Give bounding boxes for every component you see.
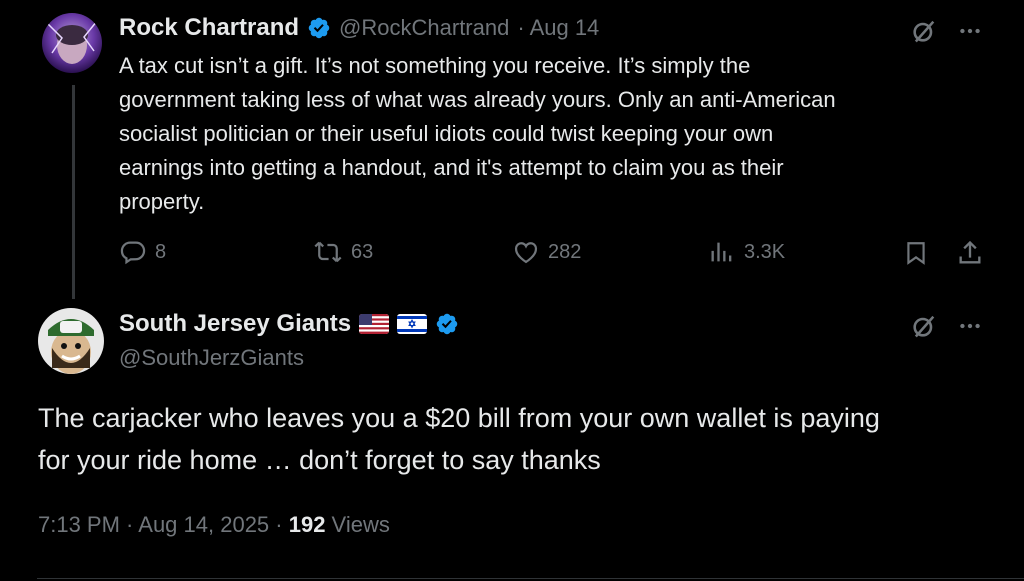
timestamp[interactable]: 7:13 PM · Aug 14, 2025 · bbox=[38, 512, 289, 537]
more-icon[interactable] bbox=[955, 311, 985, 341]
tweet2-header: South Jersey Giants bbox=[119, 310, 459, 338]
text-line: A tax cut isn’t a gift. It’s not somethi… bbox=[119, 53, 751, 78]
repost-icon bbox=[314, 241, 342, 263]
avatar-rock-chartrand[interactable] bbox=[42, 13, 102, 73]
tweet-date[interactable]: · Aug 14 bbox=[517, 15, 599, 41]
like-icon bbox=[514, 242, 538, 264]
like-count: 282 bbox=[548, 240, 582, 263]
author-handle[interactable]: @RockChartrand bbox=[339, 15, 509, 41]
avatar-south-jersey-giants[interactable] bbox=[38, 308, 104, 374]
views-label: Views bbox=[325, 512, 390, 537]
tweet1-text: A tax cut isn’t a gift. It’s not somethi… bbox=[119, 49, 999, 219]
text-line: The carjacker who leaves you a $20 bill … bbox=[38, 403, 880, 433]
views-icon bbox=[711, 242, 732, 262]
views-count: 3.3K bbox=[744, 240, 786, 263]
verified-icon bbox=[308, 17, 330, 39]
grok-icon[interactable] bbox=[908, 311, 940, 341]
tweet2-text: The carjacker who leaves you a $20 bill … bbox=[38, 397, 998, 481]
text-line: property. bbox=[119, 189, 205, 214]
tweet1-header: Rock Chartrand @RockChartrand · Aug 14 bbox=[119, 14, 599, 42]
thread-line bbox=[72, 85, 75, 299]
views-button[interactable]: 3.3K bbox=[708, 238, 785, 266]
text-line: government taking less of what was alrea… bbox=[119, 87, 836, 112]
divider bbox=[37, 578, 1024, 579]
repost-count: 63 bbox=[351, 240, 374, 263]
author-name[interactable]: Rock Chartrand bbox=[119, 14, 299, 42]
israel-flag-icon bbox=[397, 314, 428, 334]
share-icon[interactable] bbox=[954, 238, 986, 268]
reply-count: 8 bbox=[155, 240, 167, 263]
reply-button[interactable]: 8 bbox=[119, 238, 166, 266]
more-icon[interactable] bbox=[955, 16, 985, 46]
repost-button[interactable]: 63 bbox=[313, 238, 373, 266]
text-line: socialist politician or their useful idi… bbox=[119, 121, 774, 146]
text-line: for your ride home … don’t forget to say… bbox=[38, 445, 601, 475]
reply-icon bbox=[120, 241, 146, 265]
author-name[interactable]: South Jersey Giants bbox=[119, 310, 351, 338]
grok-icon[interactable] bbox=[908, 16, 940, 46]
author-handle[interactable]: @SouthJerzGiants bbox=[119, 345, 304, 371]
verified-icon bbox=[436, 313, 458, 335]
views-count: 192 bbox=[288, 512, 326, 537]
us-flag-icon bbox=[359, 314, 390, 334]
like-button[interactable]: 282 bbox=[512, 238, 581, 266]
tweet-meta: 7:13 PM · Aug 14, 2025 · 192 Views bbox=[38, 512, 390, 538]
text-line: earnings into getting a handout, and it'… bbox=[119, 155, 784, 180]
bookmark-icon[interactable] bbox=[900, 238, 932, 268]
